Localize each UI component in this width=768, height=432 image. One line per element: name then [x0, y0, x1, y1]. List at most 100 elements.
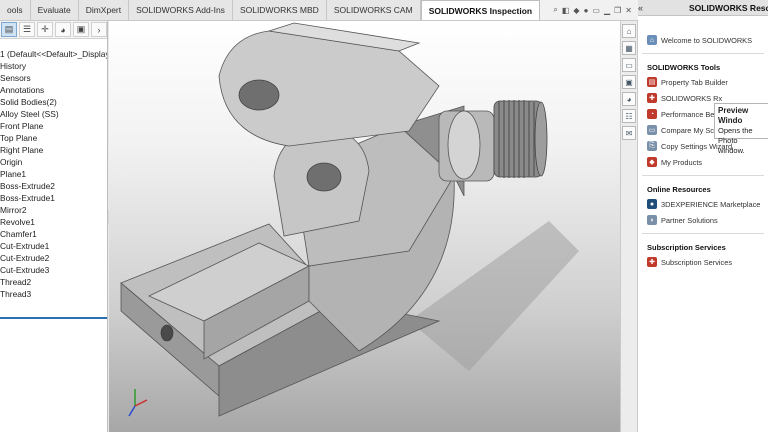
feature-tree: 1 (Default<<Default>_Display S History S…	[0, 48, 107, 300]
tooltip-line2: window.	[718, 146, 745, 155]
side-hole	[160, 324, 174, 342]
partner-icon: ◗	[647, 215, 657, 225]
marketplace-icon: ●	[647, 199, 657, 209]
tree-item-solid-bodies[interactable]: Solid Bodies(2)	[0, 96, 107, 108]
tree-item-origin[interactable]: Origin	[0, 156, 107, 168]
tools-section-title: SOLIDWORKS Tools	[647, 63, 721, 72]
scene-icon[interactable]: ●	[584, 6, 589, 15]
link-label: Property Tab Builder	[661, 77, 728, 87]
tab-solidworks-add-ins[interactable]: SOLIDWORKS Add-Ins	[129, 0, 233, 20]
display-style-icon[interactable]: ◆	[573, 6, 579, 15]
command-manager-tabs: ools Evaluate DimXpert SOLIDWORKS Add-In…	[0, 0, 638, 21]
task-pane-title: SOLIDWORKS Reso	[689, 2, 768, 13]
reference-triad	[128, 389, 148, 417]
tree-item-cut-extrude3[interactable]: Cut-Extrude3	[0, 264, 107, 276]
tree-item-boss-extrude1[interactable]: Boss-Extrude1	[0, 192, 107, 204]
subscription-icon: ✚	[647, 257, 657, 267]
property-tab-builder-link[interactable]: ▤ Property Tab Builder	[638, 74, 768, 90]
feature-manager-toolbar: ▤ ☰ ✛ ◕ ▣ ›	[0, 21, 107, 39]
tab-solidworks-inspection[interactable]: SOLIDWORKS Inspection	[420, 0, 541, 20]
thread	[493, 100, 548, 178]
benchmark-icon: ◔	[647, 109, 657, 119]
tree-item-cut-extrude2[interactable]: Cut-Extrude2	[0, 252, 107, 264]
divider	[642, 233, 764, 234]
custom-properties-icon[interactable]: ☷	[622, 109, 636, 123]
link-label: Partner Solutions	[661, 215, 718, 225]
tree-item-cut-extrude1[interactable]: Cut-Extrude1	[0, 240, 107, 252]
welcome-link[interactable]: ⌂ Welcome to SOLIDWORKS	[638, 32, 768, 48]
tree-item-revolve1[interactable]: Revolve1	[0, 216, 107, 228]
propertymanager-icon[interactable]: ☰	[19, 22, 35, 37]
tree-item-sensors[interactable]: Sensors	[0, 72, 107, 84]
subscription-section-title: Subscription Services	[647, 243, 726, 252]
divider	[642, 175, 764, 176]
tree-item-front-plane[interactable]: Front Plane	[0, 120, 107, 132]
home-icon: ⌂	[647, 35, 657, 45]
link-label: 3DEXPERIENCE Marketplace	[661, 199, 761, 209]
lower-lug-hole	[306, 162, 342, 192]
tree-item-thread2[interactable]: Thread2	[0, 276, 107, 288]
tree-filter-spacer	[0, 39, 107, 48]
tree-item-mirror2[interactable]: Mirror2	[0, 204, 107, 216]
minimize-icon[interactable]: ▁	[604, 6, 610, 15]
tree-item-boss-extrude2[interactable]: Boss-Extrude2	[0, 180, 107, 192]
tab-solidworks-cam[interactable]: SOLIDWORKS CAM	[326, 0, 421, 20]
tree-item-material[interactable]: Alloy Steel (SS)	[0, 108, 107, 120]
preview-window-tooltip: Preview Windo Opens the Photo window.	[714, 103, 768, 155]
link-label: SOLIDWORKS Rx	[661, 93, 723, 103]
restore-icon[interactable]: ❐	[614, 6, 621, 15]
close-icon[interactable]: ✕	[625, 6, 632, 15]
rx-icon: ✚	[647, 93, 657, 103]
divider	[642, 53, 764, 54]
featuremanager-tree-icon[interactable]: ▤	[1, 22, 17, 37]
subscription-services-link[interactable]: ✚ Subscription Services	[638, 254, 768, 270]
view-palette-icon[interactable]: ▣	[622, 75, 636, 89]
configurationmanager-icon[interactable]: ✛	[37, 22, 53, 37]
task-pane-header: « SOLIDWORKS Reso	[638, 0, 768, 16]
zoom-fit-icon[interactable]: ⌕	[553, 5, 557, 15]
tree-item-chamfer1[interactable]: Chamfer1	[0, 228, 107, 240]
3dexperience-marketplace-link[interactable]: ● 3DEXPERIENCE Marketplace	[638, 196, 768, 212]
link-label: My Products	[661, 157, 703, 167]
tree-item-annotations[interactable]: Annotations	[0, 84, 107, 96]
link-label: Subscription Services	[661, 257, 733, 267]
tooltip-title: Preview Windo	[718, 106, 749, 125]
tree-item-plane1[interactable]: Plane1	[0, 168, 107, 180]
upper-lug-hole	[238, 79, 280, 111]
more-tabs-icon[interactable]: ›	[91, 22, 107, 37]
home-icon[interactable]: ⌂	[622, 24, 636, 38]
online-section-title: Online Resources	[647, 185, 711, 194]
feature-manager-panel: ▤ ☰ ✛ ◕ ▣ › 1 (Default<<Default>_Display…	[0, 21, 108, 432]
file-explorer-icon[interactable]: ▭	[622, 58, 636, 72]
tree-item-history[interactable]: History	[0, 60, 107, 72]
design-library-icon[interactable]: ▦	[622, 41, 636, 55]
tab-dimxpert[interactable]: DimXpert	[78, 0, 130, 20]
task-pane: « SOLIDWORKS Reso ⌂ Welcome to SOLIDWORK…	[638, 0, 768, 432]
compare-score-icon: ▭	[647, 125, 657, 135]
my-products-link[interactable]: ◆ My Products	[638, 154, 768, 170]
appearances-icon[interactable]: ◕	[622, 92, 636, 106]
tree-item-top-plane[interactable]: Top Plane	[0, 132, 107, 144]
camera-icon[interactable]: ▣	[73, 22, 89, 37]
view-orientation-icon[interactable]: ◧	[562, 6, 570, 15]
copy-settings-icon: ⎘	[647, 141, 657, 151]
part-model[interactable]	[109, 21, 620, 432]
property-tab-builder-icon: ▤	[647, 77, 657, 87]
tab-evaluate[interactable]: Evaluate	[30, 0, 79, 20]
forum-icon[interactable]: ✉	[622, 126, 636, 140]
partner-solutions-link[interactable]: ◗ Partner Solutions	[638, 212, 768, 228]
view-settings-icon[interactable]: ▭	[592, 6, 600, 15]
tree-item-part[interactable]: 1 (Default<<Default>_Display S	[0, 48, 107, 60]
display-manager-icon[interactable]: ◕	[55, 22, 71, 37]
tab-solidworks-mbd[interactable]: SOLIDWORKS MBD	[232, 0, 327, 20]
graphics-viewport[interactable]	[109, 21, 620, 432]
tree-item-right-plane[interactable]: Right Plane	[0, 144, 107, 156]
shaft-shoulder	[447, 110, 481, 180]
tree-item-thread3[interactable]: Thread3	[0, 288, 107, 300]
heads-up-toolbar: ⌕ ◧ ◆ ● ▭ ▁ ❐ ✕	[540, 0, 638, 20]
welcome-label: Welcome to SOLIDWORKS	[661, 35, 753, 45]
rollback-bar[interactable]	[0, 317, 107, 319]
tooltip-line1: Opens the Photo	[718, 126, 753, 145]
tab-tools[interactable]: ools	[0, 0, 31, 20]
task-pane-tabs: ⌂ ▦ ▭ ▣ ◕ ☷ ✉	[620, 21, 638, 432]
